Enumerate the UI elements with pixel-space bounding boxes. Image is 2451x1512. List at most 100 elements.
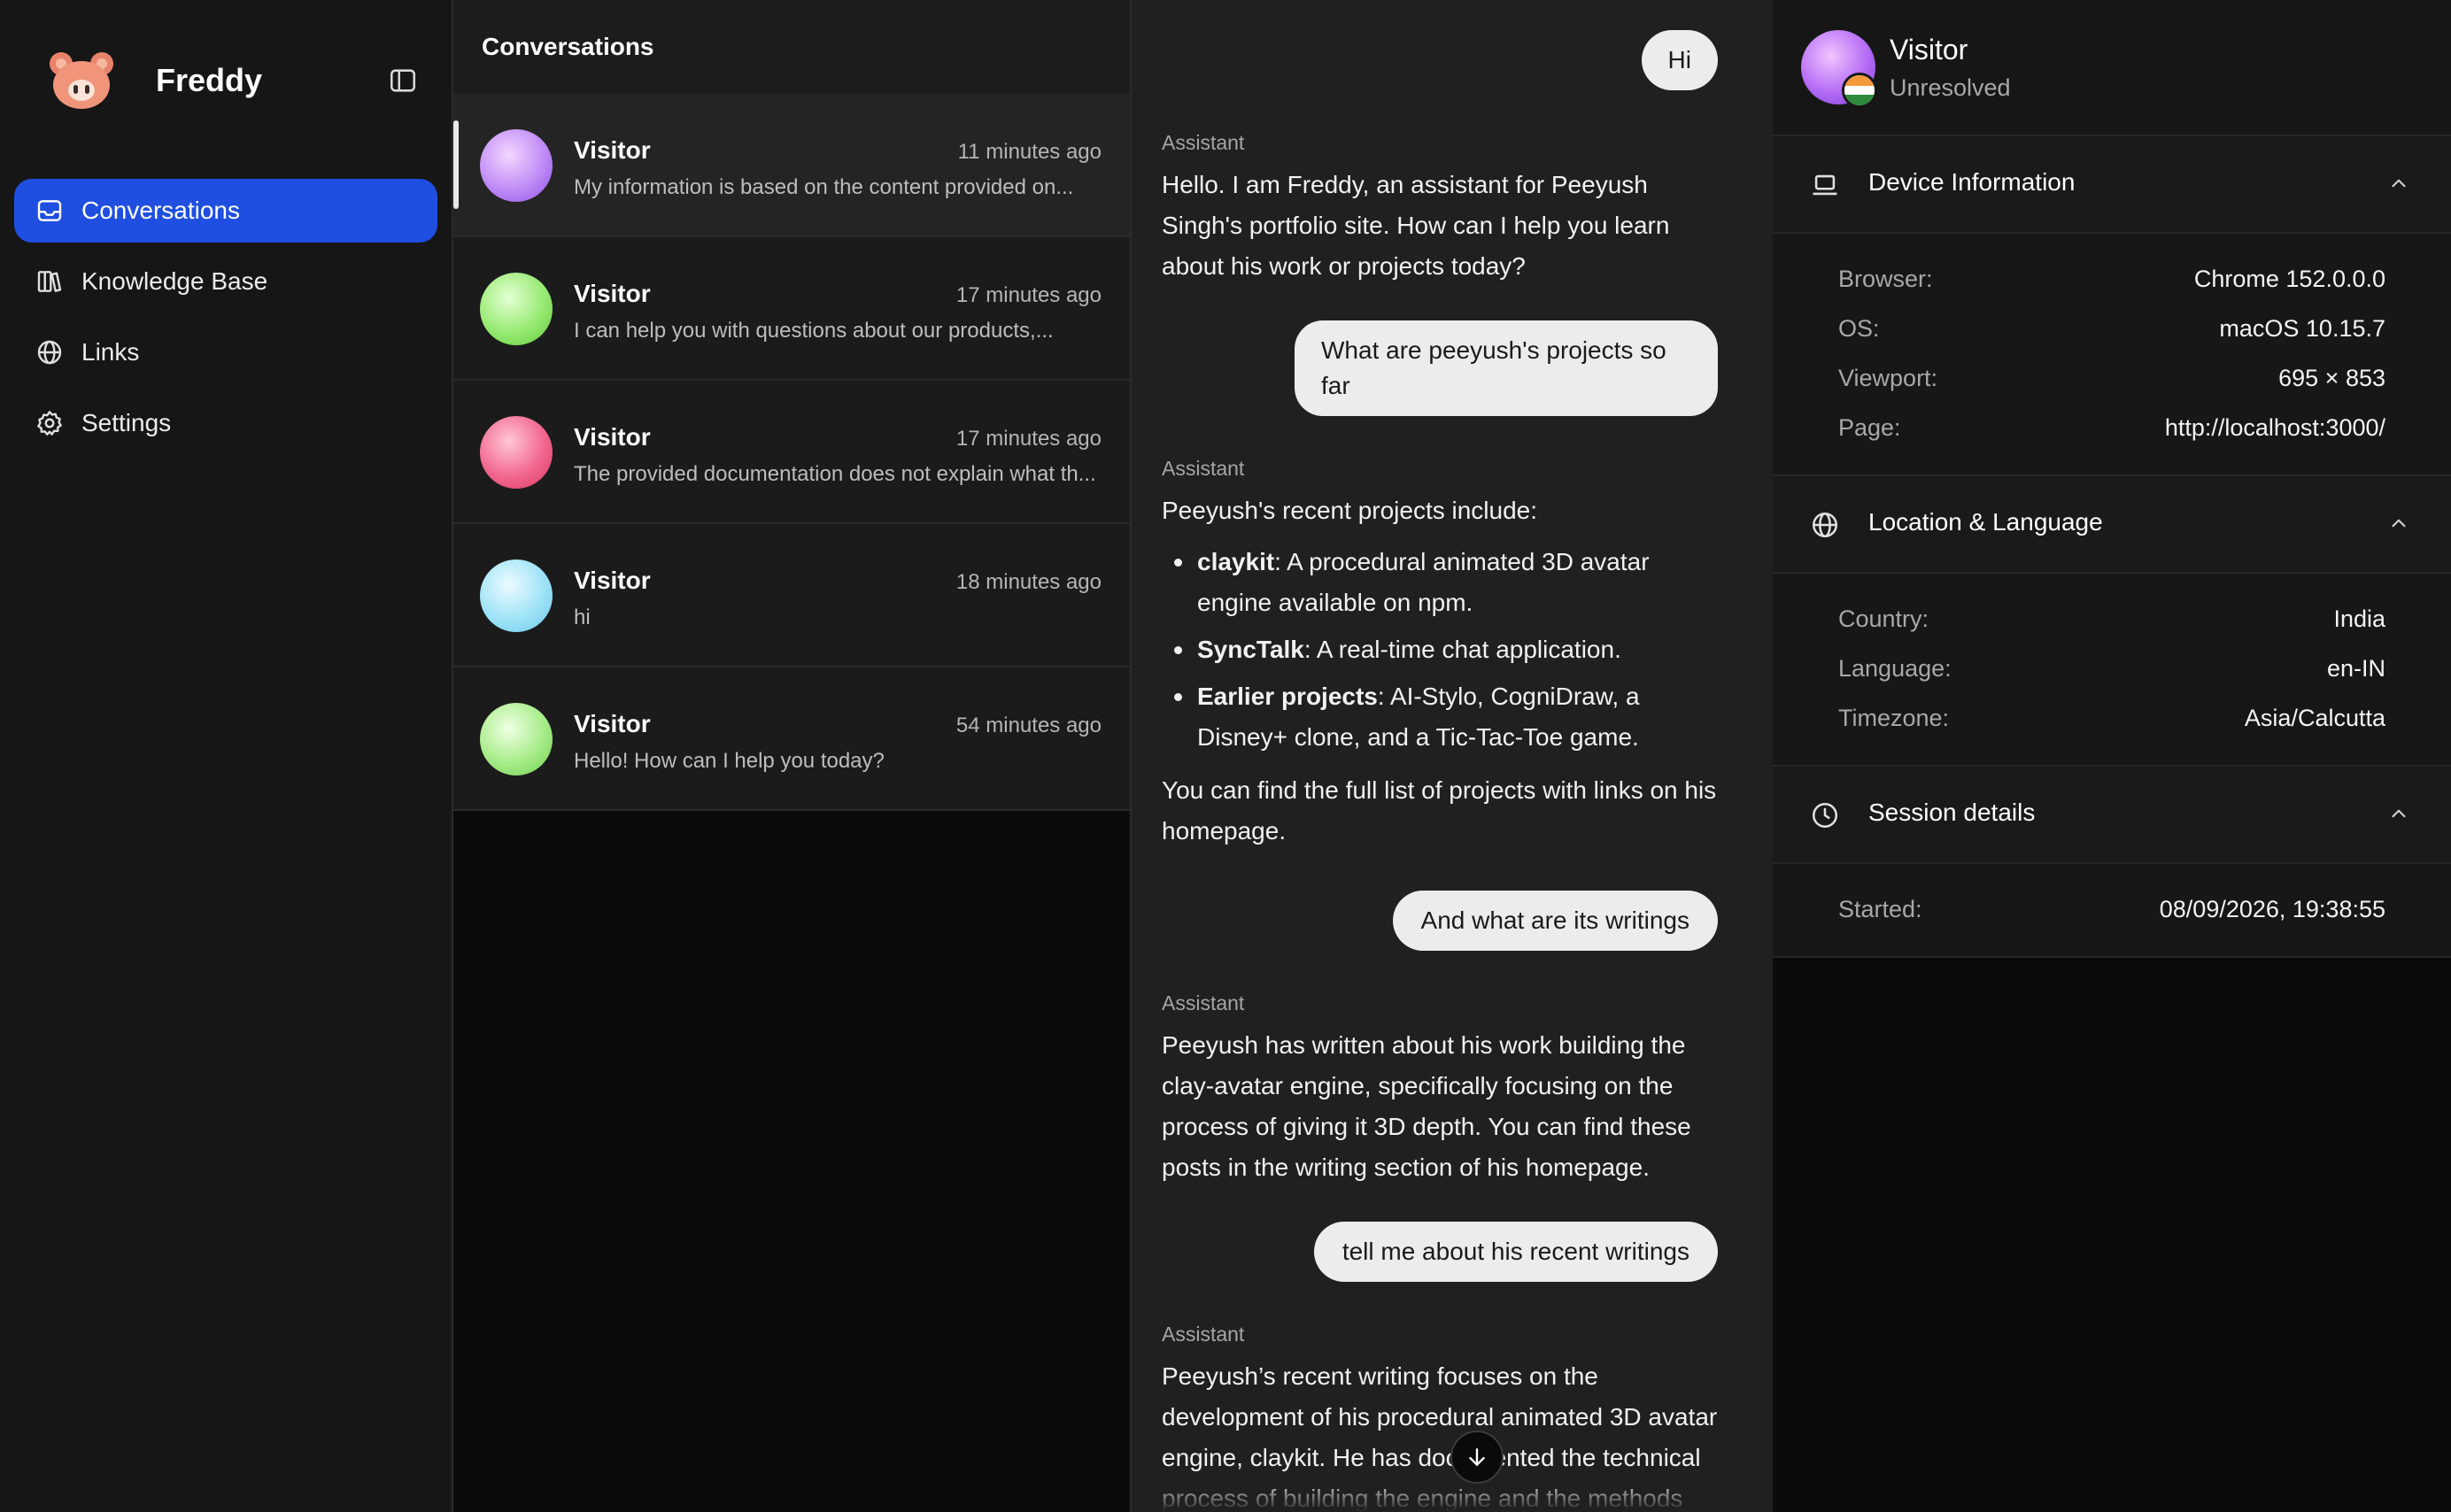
conversation-item[interactable]: Visitor 18 minutes ago hi xyxy=(453,524,1130,667)
avatar xyxy=(480,559,553,632)
location-language-header[interactable]: Location & Language xyxy=(1773,476,2451,574)
info-row: OS: macOS 10.15.7 xyxy=(1838,315,2385,365)
project-name: claykit xyxy=(1197,548,1275,575)
chevron-up-icon[interactable] xyxy=(2387,172,2410,195)
conversation-time: 11 minutes ago xyxy=(957,140,1102,164)
laptop-icon xyxy=(1813,174,1837,196)
arrow-down-icon xyxy=(1469,1448,1485,1466)
avatar xyxy=(480,273,553,345)
info-row: Started: 08/09/2026, 19:38:55 xyxy=(1838,896,2385,945)
project-desc: : A real-time chat application. xyxy=(1303,636,1621,663)
sidebar-item-knowledge-base[interactable]: Knowledge Base xyxy=(14,250,437,313)
scroll-to-bottom-button[interactable] xyxy=(1450,1431,1504,1484)
info-value: 695 × 853 xyxy=(2278,365,2385,391)
visitor-header: Visitor Unresolved xyxy=(1773,0,2451,136)
avatar xyxy=(480,416,553,489)
assistant-label: Assistant xyxy=(1162,131,1245,154)
sidebar-item-conversations[interactable]: Conversations xyxy=(14,179,437,243)
chevron-up-icon[interactable] xyxy=(2387,802,2410,825)
conversation-preview: hi xyxy=(574,606,591,629)
list-item: Earlier projects: AI-Stylo, CogniDraw, a… xyxy=(1162,676,1720,758)
info-key: Started: xyxy=(1838,896,1922,922)
user-message: And what are its writings xyxy=(1392,891,1718,951)
info-row: Language: en-IN xyxy=(1838,655,2385,705)
sidebar-toggle-icon[interactable] xyxy=(388,66,418,96)
conversation-name: Visitor xyxy=(574,710,651,737)
conversation-time: 18 minutes ago xyxy=(955,570,1102,594)
session-details-header[interactable]: Session details xyxy=(1773,767,2451,864)
conversation-item[interactable]: Visitor 11 minutes ago My information is… xyxy=(453,94,1130,237)
info-row: Country: India xyxy=(1838,606,2385,655)
assistant-message: Peeyush has written about his work build… xyxy=(1162,1031,1691,1181)
visitor-status: Unresolved xyxy=(1890,74,2011,101)
sidebar-item-label: Knowledge Base xyxy=(81,267,268,295)
clock-icon xyxy=(1812,802,1838,829)
sidebar-item-label: Conversations xyxy=(81,197,240,224)
info-value: macOS 10.15.7 xyxy=(2219,315,2385,342)
info-value: 08/09/2026, 19:38:55 xyxy=(2159,896,2385,922)
section-title: Session details xyxy=(1868,798,2036,826)
info-key: Page: xyxy=(1838,414,1901,441)
section-title: Location & Language xyxy=(1868,508,2103,536)
info-row: Browser: Chrome 152.0.0.0 xyxy=(1838,266,2385,315)
chevron-up-icon[interactable] xyxy=(2387,512,2410,535)
brand[interactable]: Freddy xyxy=(46,48,427,119)
sidebar-item-links[interactable]: Links xyxy=(14,320,437,384)
globe-icon xyxy=(1812,512,1838,538)
conversation-time: 17 minutes ago xyxy=(955,283,1102,307)
sidebar-item-label: Links xyxy=(81,338,140,366)
device-info-body: Browser: Chrome 152.0.0.0 OS: macOS 10.15.… xyxy=(1773,234,2451,476)
conversation-preview: My information is based on the content p… xyxy=(574,175,1074,199)
conversation-preview: The provided documentation does not expl… xyxy=(574,462,1096,486)
visitor-details-panel: Visitor Unresolved Device Information Br… xyxy=(1773,0,2451,1512)
app-window: Freddy Conversations Knowledge Base Link… xyxy=(0,0,2451,1512)
user-message: Hi xyxy=(1641,30,1718,90)
info-key: Browser: xyxy=(1838,266,1933,292)
project-name: SyncTalk xyxy=(1197,636,1304,663)
list-item: SyncTalk: A real-time chat application. xyxy=(1162,629,1720,670)
conversation-item[interactable]: Visitor 17 minutes ago I can help you wi… xyxy=(453,237,1130,381)
project-name: Earlier projects xyxy=(1197,683,1378,710)
device-info-header[interactable]: Device Information xyxy=(1773,136,2451,234)
visitor-name: Visitor xyxy=(1890,34,1968,66)
freddy-logo-icon xyxy=(50,52,113,109)
avatar xyxy=(480,703,553,775)
info-key: Country: xyxy=(1838,606,1929,632)
info-key: Viewport: xyxy=(1838,365,1938,391)
assistant-message-outro: You can find the full list of projects w… xyxy=(1162,776,1717,845)
conversation-time: 54 minutes ago xyxy=(955,714,1102,737)
assistant-label: Assistant xyxy=(1162,991,1245,1014)
conversation-item[interactable]: Visitor 17 minutes ago The provided docu… xyxy=(453,381,1130,524)
project-list: claykit: A procedural animated 3D avatar… xyxy=(1162,542,1720,758)
list-item: claykit: A procedural animated 3D avatar… xyxy=(1162,542,1720,623)
india-flag-icon xyxy=(1842,73,1877,108)
info-value: India xyxy=(2333,606,2385,632)
inbox-icon xyxy=(37,200,62,221)
user-message: What are peeyush's projects so far xyxy=(1295,320,1718,416)
info-value: Asia/Calcutta xyxy=(2244,705,2385,731)
books-icon xyxy=(37,271,62,292)
globe-icon xyxy=(37,340,62,365)
info-value: en-IN xyxy=(2326,655,2385,682)
sidebar-item-settings[interactable]: Settings xyxy=(14,391,437,455)
user-message: tell me about his recent writings xyxy=(1313,1222,1718,1282)
info-key: Timezone: xyxy=(1838,705,1950,731)
scroll-fade xyxy=(1132,1477,1773,1512)
info-row: Timezone: Asia/Calcutta xyxy=(1838,705,2385,754)
session-details-body: Started: 08/09/2026, 19:38:55 xyxy=(1773,864,2451,958)
assistant-message-intro: Peeyush's recent projects include: xyxy=(1162,497,1538,524)
conversation-name: Visitor xyxy=(574,136,651,164)
assistant-label: Assistant xyxy=(1162,1323,1245,1346)
sidebar: Freddy Conversations Knowledge Base Link… xyxy=(0,0,453,1512)
info-row: Viewport: 695 × 853 xyxy=(1838,365,2385,414)
info-value: http://localhost:3000/ xyxy=(2164,414,2385,441)
conversation-name: Visitor xyxy=(574,567,651,594)
info-key: OS: xyxy=(1838,315,1880,342)
conversation-name: Visitor xyxy=(574,423,651,451)
assistant-message: Hello. I am Freddy, an assistant for Pee… xyxy=(1162,171,1670,280)
info-row: Page: http://localhost:3000/ xyxy=(1838,414,2385,464)
conversation-item[interactable]: Visitor 54 minutes ago Hello! How can I … xyxy=(453,667,1130,811)
chat-transcript[interactable]: Hi Assistant Hello. I am Freddy, an assi… xyxy=(1132,0,1773,1512)
conversation-time: 17 minutes ago xyxy=(955,427,1102,451)
assistant-label: Assistant xyxy=(1162,457,1245,480)
